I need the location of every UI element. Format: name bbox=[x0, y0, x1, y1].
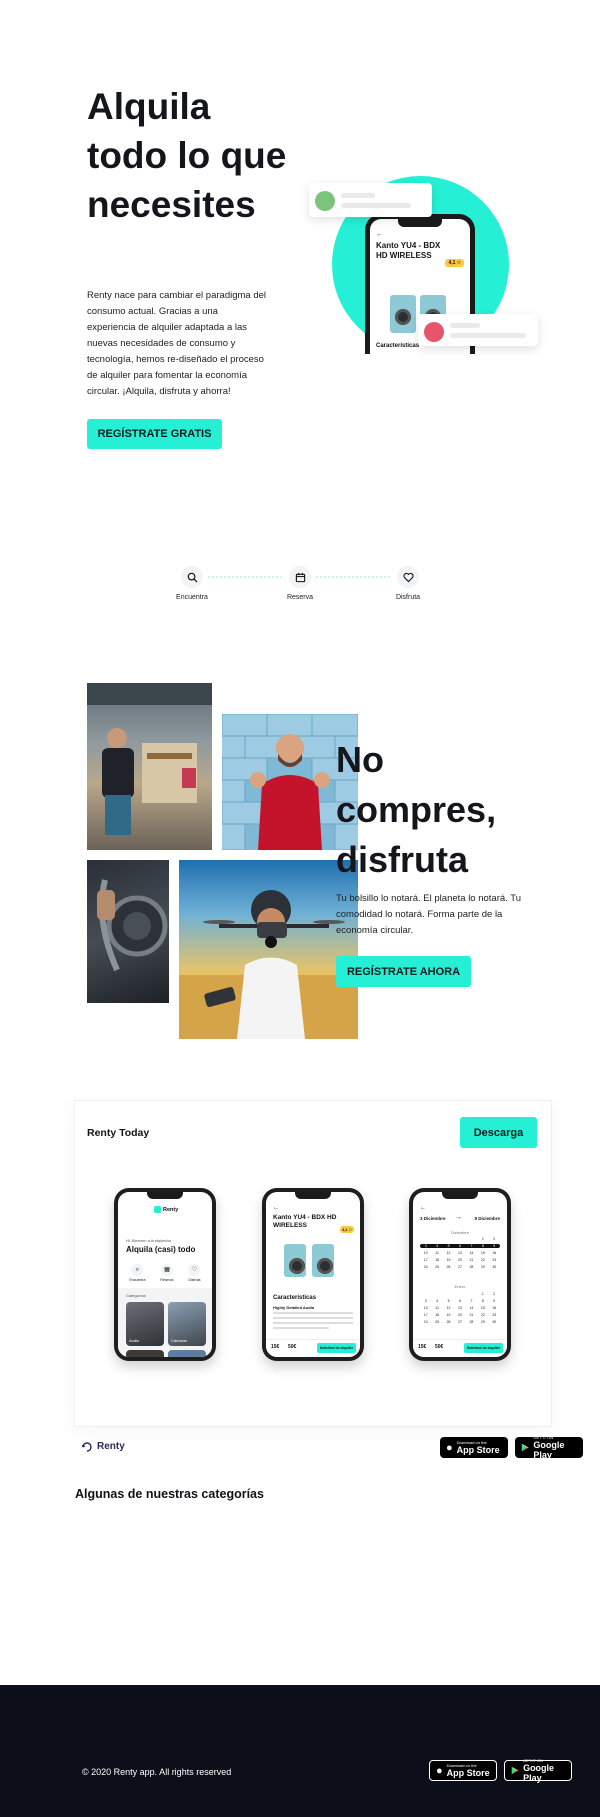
search-icon bbox=[181, 566, 203, 588]
renty-logo-icon bbox=[154, 1206, 161, 1213]
google-play-badge[interactable]: GET IT ON Google Play bbox=[515, 1435, 583, 1460]
photo-market-stall bbox=[87, 683, 212, 850]
month-label: Diciembre bbox=[450, 1230, 469, 1235]
price-day: 15€ bbox=[271, 1344, 280, 1350]
price-week: 50€ bbox=[435, 1344, 444, 1350]
step-label: Encuentra bbox=[176, 594, 208, 601]
categories-label: Categorías bbox=[126, 1293, 146, 1298]
arrow-right-icon: → bbox=[455, 1214, 462, 1221]
category-card[interactable]: Audio bbox=[126, 1302, 164, 1346]
footer bbox=[0, 1685, 600, 1817]
renty-logo-icon bbox=[82, 1441, 92, 1452]
month-label: Enero bbox=[454, 1284, 466, 1289]
step-label: Reserva bbox=[286, 594, 314, 601]
renty-logo[interactable]: Renty bbox=[82, 1441, 125, 1452]
photo-headphones bbox=[87, 860, 169, 1003]
heart-icon bbox=[397, 566, 419, 588]
price-week: 50€ bbox=[288, 1344, 297, 1350]
notification-card bbox=[418, 314, 538, 346]
footer-google-play-badge[interactable]: GET IT ON Google Play bbox=[504, 1758, 572, 1783]
back-arrow-icon[interactable]: ← bbox=[273, 1205, 279, 1211]
calendar-grid[interactable]: 12 3456789 10 11 12 13 14 15 16 17 18 19 20 21 22 23… bbox=[420, 1292, 500, 1324]
section-description: Tu bolsillo lo notará. El planeta lo not… bbox=[336, 893, 522, 936]
brand-name: Renty bbox=[97, 1441, 125, 1452]
speaker-image bbox=[390, 295, 416, 333]
download-button[interactable]: Descarga bbox=[460, 1117, 537, 1148]
calendar-grid[interactable]: 12 3456789 10 11 12 13 14 15 16 17 18 19 20 21 22 23… bbox=[420, 1237, 500, 1269]
google-play-icon bbox=[521, 1443, 529, 1452]
step-encuentra: Encuentra bbox=[152, 566, 232, 601]
phone-section: Características bbox=[273, 1295, 317, 1301]
copyright: © 2020 Renty app. All rights reserved bbox=[82, 1767, 232, 1777]
app-phone-product: ← Kanto YU4 - BDX HD WIRELESS 4,1 ✩ Cara… bbox=[262, 1188, 364, 1361]
date-from: 3 Diciembre bbox=[420, 1216, 446, 1221]
step-reserva: Reserva bbox=[260, 566, 340, 601]
register-free-button[interactable]: REGÍSTRATE GRATIS bbox=[87, 419, 222, 449]
phone-brand: Renty bbox=[163, 1206, 179, 1213]
rating-badge: 4,1 ✩ bbox=[445, 259, 464, 267]
phone-headline: Alquila (casi) todo bbox=[126, 1245, 196, 1254]
app-phone-home: Renty Hi, Bienven a Andalumba Alquila (c… bbox=[114, 1188, 216, 1361]
phone-product-title: Kanto YU4 - BDX HD WIRELESS bbox=[273, 1214, 337, 1229]
step-label: Disfruta bbox=[395, 594, 421, 601]
hero-phone-section: Características bbox=[376, 343, 420, 349]
heart-icon: ♡ bbox=[188, 1264, 201, 1276]
back-arrow-icon: ← bbox=[376, 231, 383, 238]
app-heading: Renty Today bbox=[87, 1127, 150, 1139]
avatar bbox=[315, 191, 335, 211]
google-play-icon bbox=[511, 1766, 519, 1775]
rental-request-button[interactable]: Solicitud de alquiler bbox=[463, 1343, 503, 1353]
categories-heading: Algunas de nuestras categorías bbox=[75, 1487, 264, 1501]
footer-app-store-badge[interactable]: ● Download on the App Store bbox=[429, 1760, 497, 1781]
calendar-icon: ▦ bbox=[160, 1264, 173, 1276]
rating-badge: 4,1 ✩ bbox=[339, 1226, 354, 1233]
notification-card bbox=[309, 183, 432, 217]
avatar bbox=[424, 322, 444, 342]
step-disfruta: Disfruta bbox=[368, 566, 448, 601]
register-now-button[interactable]: REGÍSTRATE AHORA bbox=[336, 956, 471, 987]
search-icon: ⌕ bbox=[131, 1264, 144, 1276]
category-card[interactable]: Cámaras bbox=[168, 1302, 206, 1346]
price-day: 15€ bbox=[418, 1344, 427, 1350]
section-title: No compres, disfruta bbox=[336, 739, 497, 880]
phone-greeting: Hi, Bienven a Andalumba bbox=[126, 1238, 171, 1243]
calendar-icon bbox=[289, 566, 311, 588]
app-store-badge[interactable]: ● Download on the App Store bbox=[440, 1437, 508, 1458]
photo-drone bbox=[179, 860, 358, 1039]
apple-icon: ● bbox=[436, 1764, 443, 1777]
phone-subhead: Highly Detailed Audio bbox=[273, 1305, 315, 1310]
rental-request-button[interactable]: Solicitud de alquiler bbox=[316, 1343, 356, 1353]
date-to: 9 Diciembre bbox=[474, 1216, 500, 1221]
speaker-image bbox=[284, 1244, 306, 1277]
back-arrow-icon[interactable]: ← bbox=[420, 1205, 426, 1211]
hero-description: Renty nace para cambiar el paradigma del… bbox=[87, 290, 267, 397]
apple-icon: ● bbox=[446, 1441, 453, 1454]
hero-phone-product-title: Kanto YU4 - BDX HD WIRELESS bbox=[376, 241, 441, 260]
speaker-image bbox=[312, 1244, 334, 1277]
app-phone-calendar: ← 3 Diciembre → 9 Diciembre Diciembre 12… bbox=[409, 1188, 511, 1361]
phone-notch bbox=[398, 219, 442, 227]
hero-title: Alquila todo lo que necesites bbox=[87, 86, 287, 225]
